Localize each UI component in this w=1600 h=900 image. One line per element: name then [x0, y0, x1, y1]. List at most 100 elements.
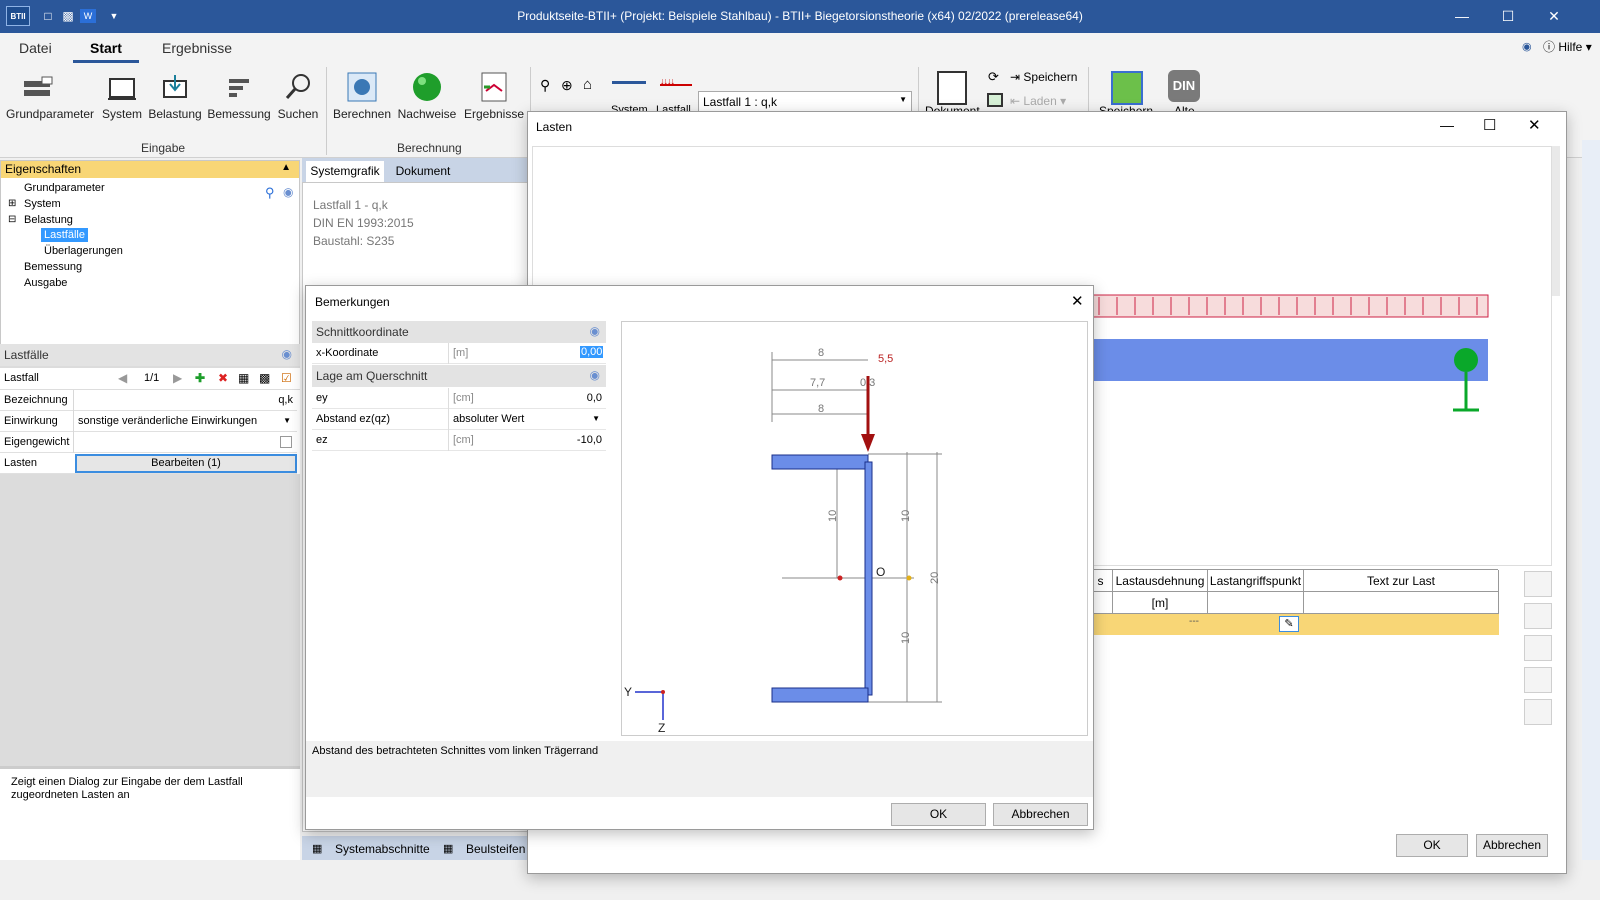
save-disk-icon[interactable]	[1111, 71, 1143, 105]
collapse-ribbon-icon[interactable]: ◉	[1522, 40, 1532, 53]
grundparameter-button[interactable]: Grundparameter	[6, 71, 94, 121]
tree-item-system[interactable]: System	[24, 198, 61, 210]
tree-item-bemessung[interactable]: Bemessung	[24, 261, 82, 273]
maximize-button[interactable]: ☐	[1483, 116, 1496, 134]
bearbeiten-button[interactable]: Bearbeiten (1)	[75, 454, 297, 473]
beam	[1093, 339, 1488, 381]
tab-datei[interactable]: Datei	[19, 40, 52, 56]
dim-label: 7,7	[810, 377, 825, 389]
system-clip-icon[interactable]	[612, 81, 646, 84]
abstand-label: Abstand ez(qz)	[316, 413, 390, 425]
search-icon[interactable]: ⚲	[265, 185, 275, 201]
lastfall-load-icon[interactable]: ↓↓↓↓	[660, 76, 692, 86]
collapse-section-icon[interactable]: ◉	[282, 347, 292, 361]
tab-beulsteifen[interactable]: Beulsteifen	[466, 842, 525, 856]
berechnen-button[interactable]: Berechnen	[331, 71, 393, 121]
close-button[interactable]: ✕	[1071, 292, 1084, 310]
tab-start[interactable]: Start	[90, 40, 122, 56]
table-icon[interactable]	[1524, 699, 1552, 725]
collapse-icon[interactable]: ⊟	[8, 214, 16, 225]
add-row-icon[interactable]	[1524, 603, 1552, 629]
ergebnisse-button[interactable]: Ergebnisse	[462, 71, 526, 121]
edit-checklist-icon[interactable]: ☑	[281, 371, 292, 385]
pin-icon[interactable]: ▲	[281, 162, 291, 173]
table-row[interactable]: --- ✎	[1089, 614, 1499, 635]
edit-icon[interactable]: ✎	[1279, 616, 1299, 632]
minimize-button[interactable]: —	[1440, 117, 1454, 133]
bemessung-label: Bemessung	[207, 107, 271, 121]
system-label: System	[101, 107, 142, 121]
minimize-button[interactable]: —	[1439, 0, 1485, 33]
dim-label: 10	[827, 510, 839, 522]
delete-icon[interactable]: ✖	[218, 371, 228, 385]
einwirkung-select[interactable]: sonstige veränderliche Einwirkungen ▼	[73, 411, 297, 432]
tree-item-ueberlagerungen[interactable]: Überlagerungen	[44, 245, 123, 257]
close-button[interactable]: ✕	[1528, 116, 1541, 134]
speichern-small-button[interactable]: ⇥ Speichern	[1010, 70, 1077, 84]
table-icon[interactable]: ▦	[238, 371, 249, 385]
zoom-icon[interactable]: ⚲	[540, 77, 550, 94]
ez-input[interactable]: -10,0	[577, 434, 602, 446]
tree-item-belastung[interactable]: Belastung	[24, 214, 73, 226]
ez-row: ez [cm] -10,0	[312, 430, 606, 451]
tree-item-grundparameter[interactable]: Grundparameter	[24, 182, 105, 194]
refresh-icon[interactable]: ⟳	[988, 69, 999, 85]
cancel-button[interactable]: Abbrechen	[993, 803, 1088, 826]
abstand-select[interactable]: absoluter Wert	[453, 413, 524, 425]
document-icon[interactable]	[937, 71, 967, 105]
checklist-icon[interactable]	[1524, 571, 1552, 597]
system-button[interactable]: System	[101, 71, 143, 121]
lasten-ok-button[interactable]: OK	[1396, 834, 1468, 857]
property-row: Einwirkung sonstige veränderliche Einwirk…	[0, 411, 297, 432]
belastung-button[interactable]: Belastung	[146, 71, 204, 121]
collapse-section-icon[interactable]: ◉	[590, 324, 600, 338]
tab-ergebnisse[interactable]: Ergebnisse	[162, 40, 232, 56]
close-window-button[interactable]: ✕	[1531, 0, 1577, 33]
expand-icon[interactable]: ⊞	[8, 198, 16, 209]
right-edge-panel	[1582, 140, 1600, 860]
lastfall-properties: Bezeichnung q,k Einwirkung sonstige veränd…	[0, 390, 300, 474]
lasten-label: Lasten	[4, 457, 38, 469]
tab-dokument[interactable]: Dokument	[388, 161, 458, 182]
bemessung-button[interactable]: Bemessung	[207, 71, 271, 121]
add-icon[interactable]: ✚	[195, 371, 205, 385]
previous-icon[interactable]: ◀	[118, 371, 127, 385]
din-icon[interactable]: DIN	[1168, 70, 1200, 102]
home-icon[interactable]: ⌂	[583, 76, 592, 93]
bemerkungen-titlebar: Bemerkungen ✕	[306, 286, 1093, 316]
suchen-button[interactable]: Suchen	[276, 71, 320, 121]
zoom-in-icon[interactable]: ⊕	[561, 77, 573, 94]
section-schnittkoordinate: Schnittkoordinate ◉	[312, 321, 606, 343]
laden-button[interactable]: ⇤ Laden ▾	[1010, 94, 1066, 108]
axis-y-label: Y	[624, 685, 632, 699]
collapse-section-icon[interactable]: ◉	[283, 185, 293, 199]
lasten-cancel-button[interactable]: Abbrechen	[1476, 834, 1548, 857]
x-koordinate-input[interactable]: 0,00	[580, 346, 604, 358]
screen-icon[interactable]	[987, 93, 1003, 107]
laden-label: Laden	[1023, 94, 1057, 108]
scrollbar[interactable]	[1552, 146, 1560, 296]
einwirkung-label: Einwirkung	[4, 415, 58, 427]
nachweise-button[interactable]: Nachweise	[397, 71, 457, 121]
lastfall-select[interactable]: Lastfall 1 : q,k ▼	[698, 91, 912, 112]
collapse-section-icon[interactable]: ◉	[590, 368, 600, 382]
remove-row-icon[interactable]	[1524, 667, 1552, 693]
distributed-load	[1092, 294, 1489, 318]
tree-item-ausgabe[interactable]: Ausgabe	[24, 277, 67, 289]
bemerkungen-title: Bemerkungen	[315, 295, 390, 309]
chevron-down-icon[interactable]: ▼	[592, 414, 600, 423]
ok-button[interactable]: OK	[891, 803, 986, 826]
copy-table-icon[interactable]: ▩	[259, 371, 270, 385]
top-flange	[771, 454, 869, 470]
eigengewicht-checkbox[interactable]	[280, 436, 292, 448]
tab-systemgrafik[interactable]: Systemgrafik	[306, 161, 384, 182]
bezeichnung-field[interactable]: q,k	[73, 390, 297, 411]
tab-systemabschnitte[interactable]: Systemabschnitte	[335, 842, 430, 856]
help-button[interactable]: ⓘ Hilfe ▾	[1543, 38, 1592, 55]
maximize-button[interactable]: ☐	[1485, 0, 1531, 33]
insert-row-icon[interactable]	[1524, 635, 1552, 661]
next-icon[interactable]: ▶	[173, 371, 182, 385]
ey-input[interactable]: 0,0	[587, 392, 602, 404]
x-koordinate-row: x-Koordinate [m] 0,00	[312, 343, 606, 364]
tree-item-lastfaelle[interactable]: Lastfälle	[41, 228, 88, 242]
